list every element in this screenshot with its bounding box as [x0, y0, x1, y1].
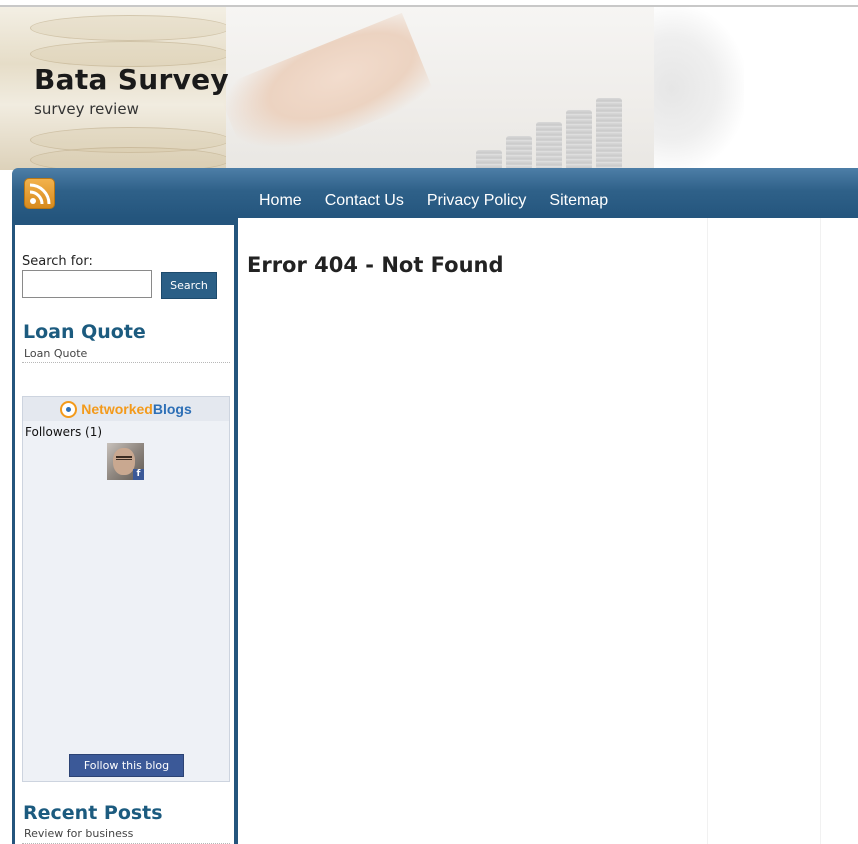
site-title[interactable]: Bata Survey — [34, 63, 229, 96]
follow-blog-button[interactable]: Follow this blog — [69, 754, 184, 777]
main-content — [238, 218, 858, 844]
recent-posts-title: Recent Posts — [23, 802, 163, 824]
header-banner-image — [216, 7, 654, 170]
nav-link-privacy-policy[interactable]: Privacy Policy — [427, 192, 527, 210]
networked-blogs-icon — [60, 400, 78, 418]
site-tagline: survey review — [34, 100, 139, 118]
recent-post-item[interactable]: Review for business — [24, 827, 133, 840]
column-guide — [707, 218, 708, 844]
loan-quote-link[interactable]: Loan Quote — [24, 347, 87, 360]
nav-links: Home Contact Us Privacy Policy Sitemap — [259, 192, 631, 210]
page-title: Error 404 - Not Found — [247, 253, 504, 277]
nav-link-contact-us[interactable]: Contact Us — [325, 192, 404, 210]
follower-avatar[interactable]: f — [107, 443, 144, 480]
search-label: Search for: — [22, 254, 93, 269]
sidebar: Search for: Search Loan Quote Loan Quote… — [15, 225, 234, 844]
loan-quote-title: Loan Quote — [23, 321, 146, 343]
column-guide — [820, 218, 821, 844]
followers-count: Followers (1) — [25, 425, 103, 439]
main-navigation: Home Contact Us Privacy Policy Sitemap — [12, 168, 858, 218]
rss-feed-icon[interactable] — [24, 178, 55, 209]
divider — [22, 362, 230, 363]
facebook-icon: f — [133, 469, 144, 480]
networked-blogs-widget: Networked Blogs Followers (1) f Follow t… — [22, 396, 230, 782]
networked-blogs-logo[interactable]: Networked Blogs — [23, 397, 229, 421]
networked-blogs-logo-part2: Blogs — [152, 401, 192, 417]
header-coin-right-image — [654, 7, 744, 170]
search-button[interactable]: Search — [161, 272, 217, 299]
nav-link-home[interactable]: Home — [259, 192, 302, 210]
search-input[interactable] — [22, 270, 152, 298]
nav-link-sitemap[interactable]: Sitemap — [549, 192, 608, 210]
networked-blogs-logo-part1: Networked — [81, 401, 153, 417]
